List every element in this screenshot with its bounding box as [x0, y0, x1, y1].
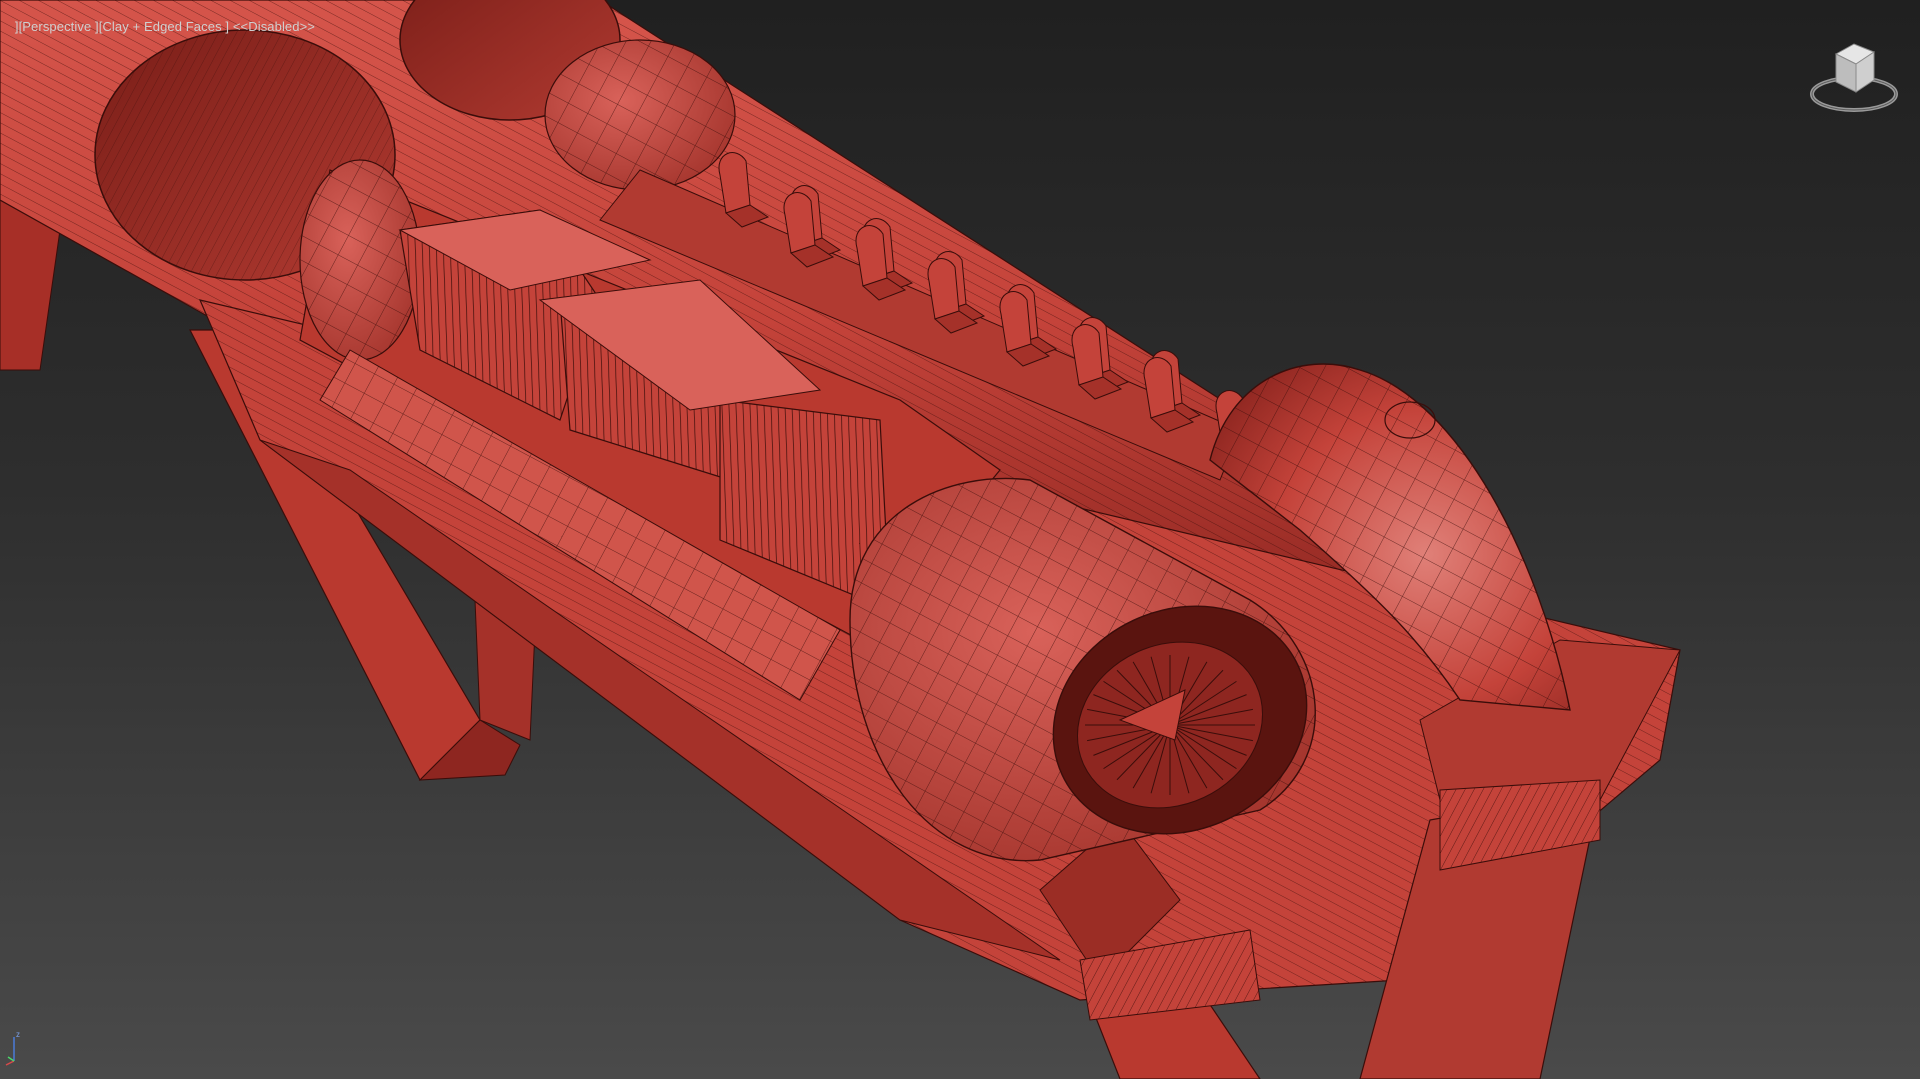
viewport-label-bar[interactable]: ][Perspective ][Clay + Edged Faces ] <<D…	[0, 4, 315, 49]
hyperloop-pod-model[interactable]	[0, 0, 1920, 1079]
axis-tripod-icon: z	[5, 1030, 20, 1066]
axis-z-label: z	[16, 1030, 20, 1039]
viewcube-icon[interactable]	[1806, 36, 1902, 118]
viewport-shading-mode[interactable]: [Clay + Edged Faces ]	[99, 19, 229, 34]
3d-viewport[interactable]: ][Perspective ][Clay + Edged Faces ] <<D…	[0, 0, 1920, 1079]
viewport-view-mode[interactable]: [Perspective ]	[19, 19, 99, 34]
viewport-status[interactable]: <<Disabled>>	[233, 19, 315, 34]
